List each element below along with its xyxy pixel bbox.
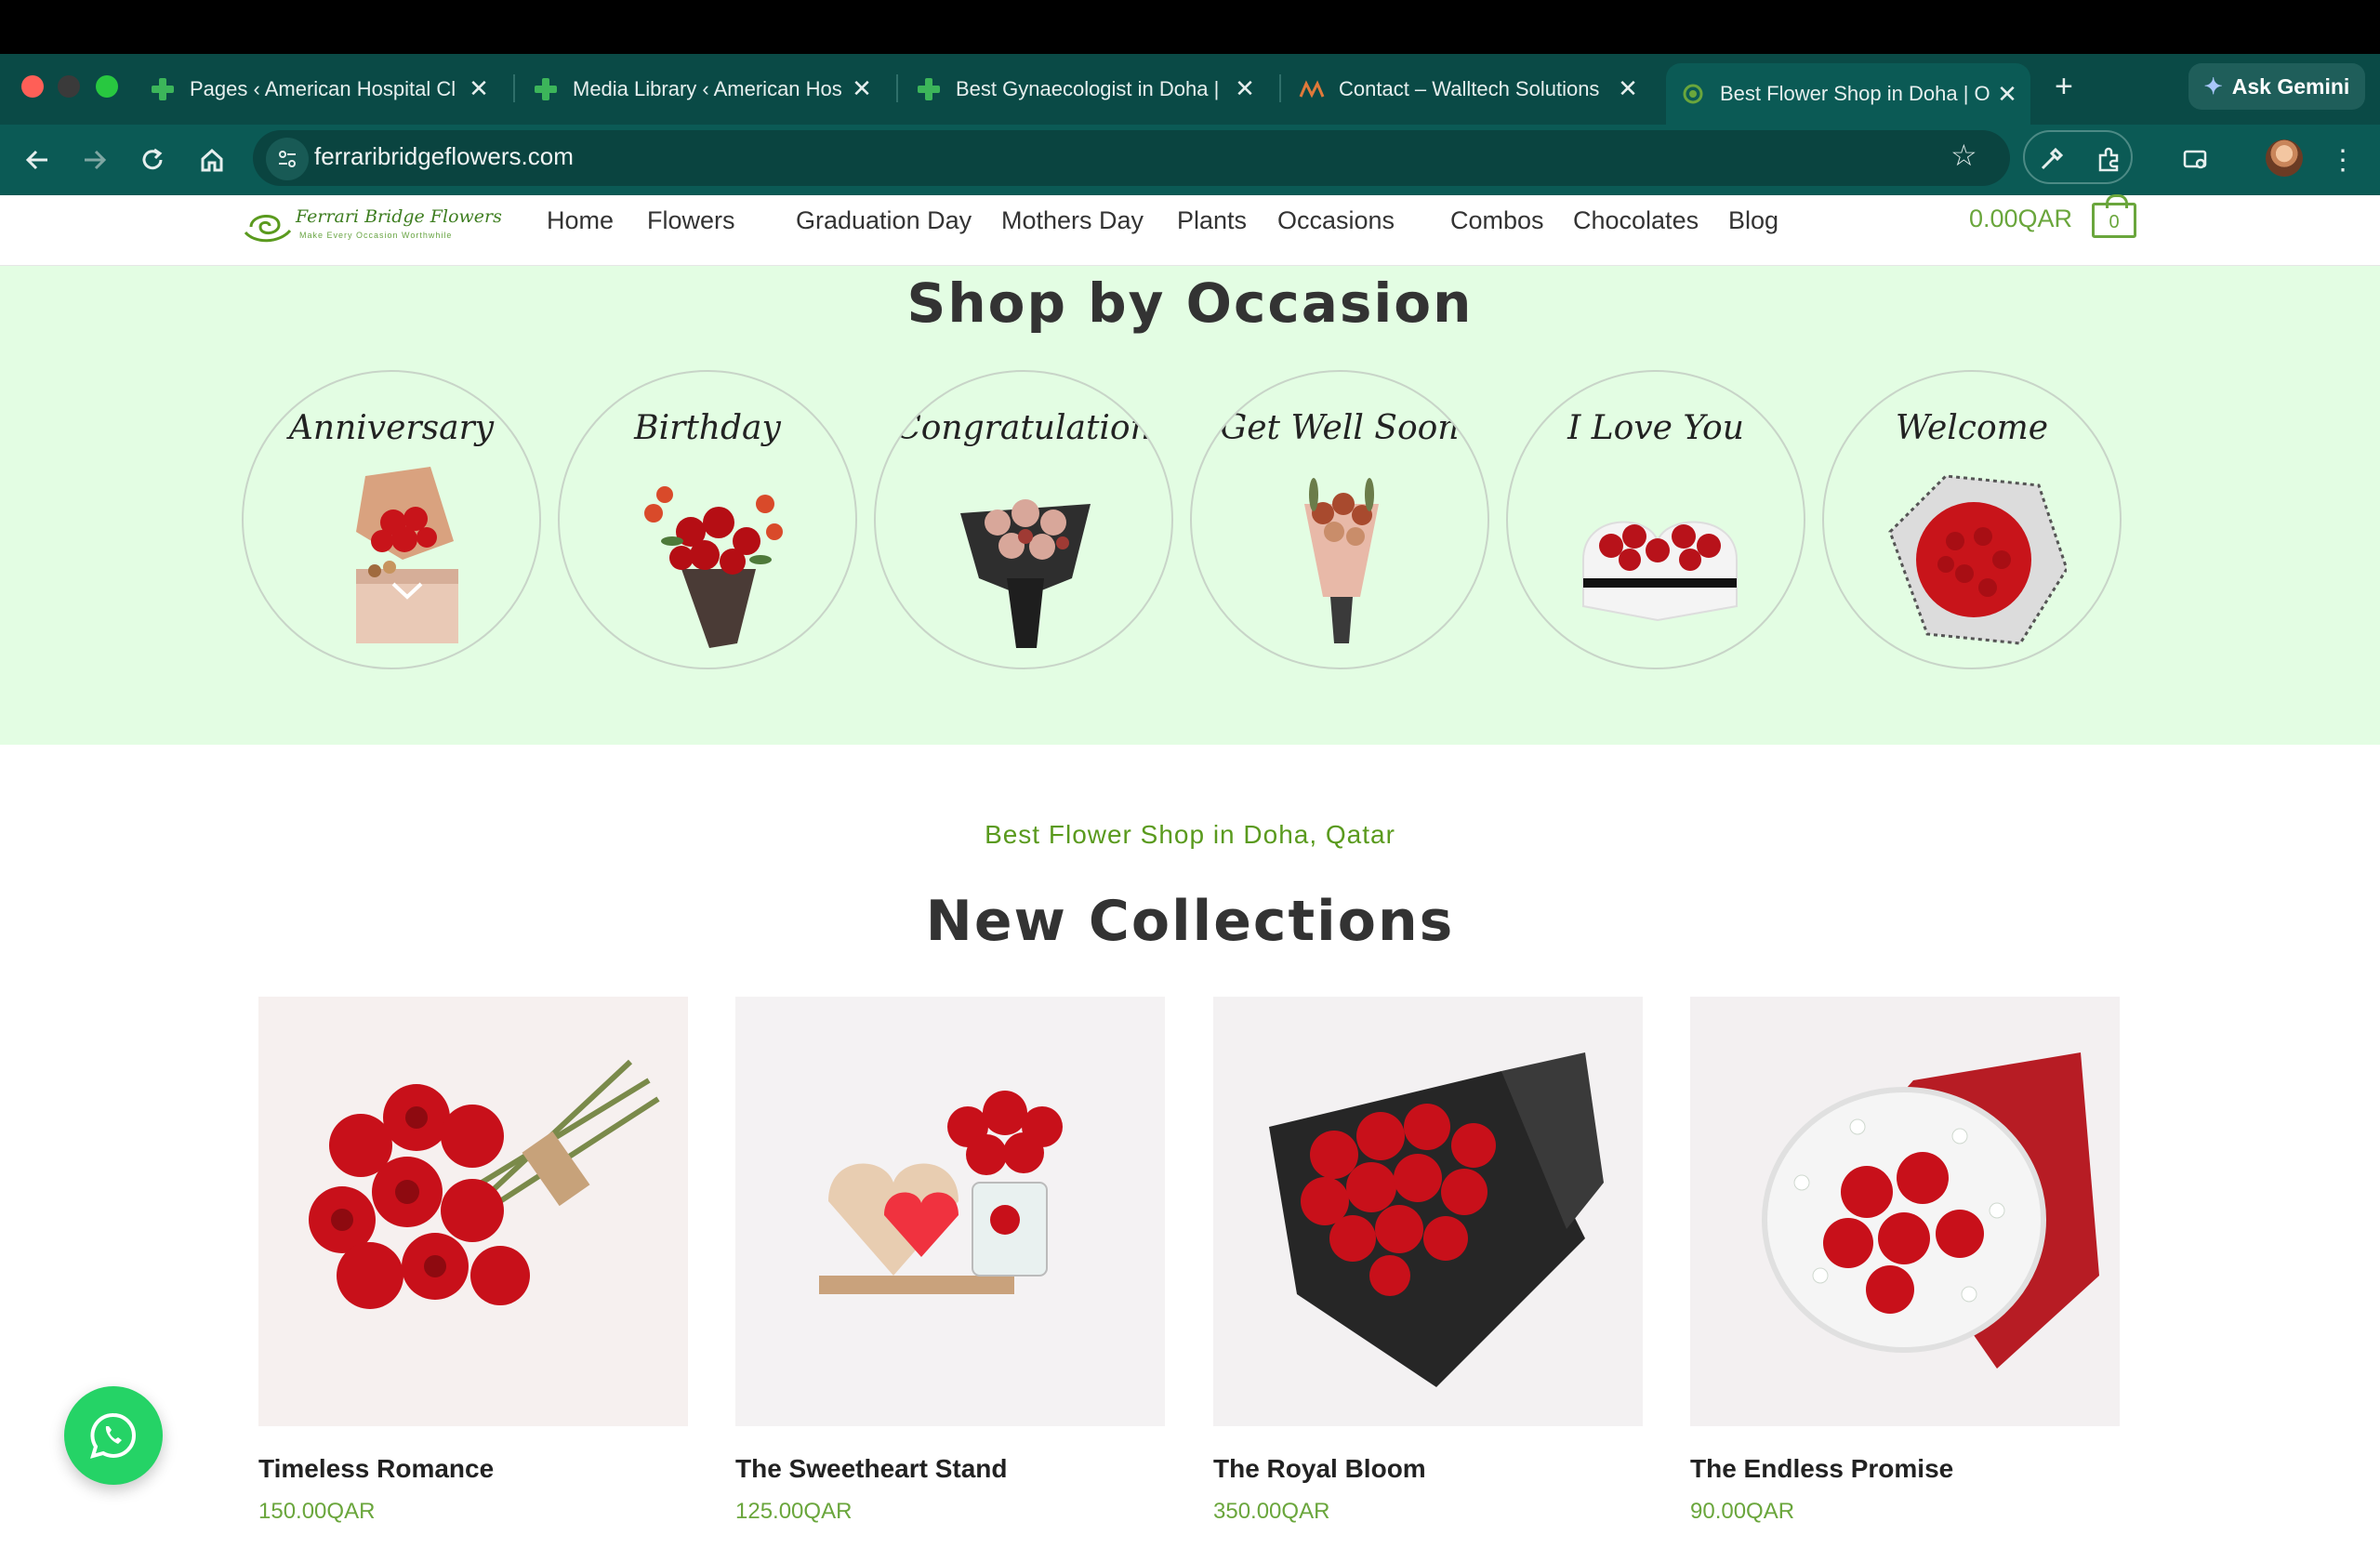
- eyedropper-icon[interactable]: [2030, 139, 2071, 180]
- nav-mothers-day[interactable]: Mothers Day: [1001, 206, 1144, 235]
- forward-arrow-icon[interactable]: [74, 139, 115, 180]
- product-image[interactable]: [258, 997, 688, 1426]
- home-icon[interactable]: [192, 139, 232, 180]
- occasion-card-birthday[interactable]: Birthday: [558, 370, 857, 669]
- nav-blog[interactable]: Blog: [1728, 206, 1778, 235]
- cart-total[interactable]: 0.00QAR: [1969, 205, 2072, 233]
- collections-kicker: Best Flower Shop in Doha, Qatar: [985, 820, 1395, 849]
- cart-bag-icon[interactable]: 0: [2092, 194, 2136, 238]
- nav-chocolates[interactable]: Chocolates: [1573, 206, 1699, 235]
- tab-search-icon[interactable]: [2175, 139, 2216, 180]
- tab-close-icon[interactable]: ✕: [1231, 74, 1259, 102]
- tab-divider: [513, 74, 515, 102]
- window-minimize-button[interactable]: [58, 75, 80, 98]
- product-price: 150.00QAR: [258, 1499, 376, 1524]
- tab-close-icon[interactable]: ✕: [465, 74, 493, 102]
- reload-icon[interactable]: [132, 139, 173, 180]
- site-settings-icon[interactable]: [266, 138, 309, 180]
- tab-title: Contact – Walltech Solutions: [1339, 77, 1600, 100]
- gemini-sparkle-icon: ✦: [2203, 73, 2223, 99]
- more-menu-icon[interactable]: ⋮: [2322, 139, 2363, 180]
- browser-tab-active[interactable]: Best Flower Shop in Doha | O ✕: [1666, 63, 2030, 125]
- extensions-puzzle-icon[interactable]: [2088, 139, 2129, 180]
- collections-title: New Collections: [925, 889, 1455, 954]
- product-price: 90.00QAR: [1690, 1499, 1795, 1524]
- tab-divider: [896, 74, 898, 102]
- logo-tagline: Make Every Occasion Worthwhile: [299, 231, 453, 240]
- profile-avatar[interactable]: [2266, 139, 2303, 177]
- green-cross-icon: [915, 75, 943, 103]
- nav-flowers[interactable]: Flowers: [647, 206, 735, 235]
- cart-count: 0: [2109, 212, 2120, 232]
- new-tab-button[interactable]: +: [2055, 69, 2073, 105]
- occasion-label: Anniversary: [288, 409, 495, 447]
- occasion-card-congratulation[interactable]: Congratulation: [874, 370, 1173, 669]
- whatsapp-icon: [90, 1412, 136, 1459]
- welcome-rose-bouquet-image: [1888, 474, 2067, 645]
- product-price: 350.00QAR: [1213, 1499, 1330, 1524]
- congratulation-bouquet-image: [960, 499, 1091, 648]
- logo-brand-text: Ferrari Bridge Flowers: [296, 206, 502, 227]
- occasion-label: Congratulation: [895, 409, 1152, 447]
- tab-title: Media Library ‹ American Hos: [573, 77, 842, 100]
- ask-gemini-label: Ask Gemini: [2231, 73, 2350, 99]
- bookmark-star-icon[interactable]: ☆: [1950, 138, 1977, 173]
- tab-title: Best Gynaecologist in Doha |: [956, 77, 1220, 100]
- product-name[interactable]: The Sweetheart Stand: [735, 1454, 1008, 1484]
- get-well-soon-bouquet-image: [1304, 478, 1379, 643]
- birthday-bouquet-image: [644, 486, 783, 648]
- green-cross-icon: [532, 75, 560, 103]
- occasion-label: Birthday: [634, 409, 781, 447]
- anniversary-gift-image: [356, 467, 458, 643]
- product-image[interactable]: [1213, 997, 1643, 1426]
- site-logo[interactable]: Ferrari Bridge Flowers Make Every Occasi…: [242, 203, 502, 249]
- ask-gemini-button[interactable]: ✦ Ask Gemini: [2188, 63, 2365, 110]
- mac-menu-strip: [0, 0, 2380, 54]
- window-zoom-button[interactable]: [96, 75, 118, 98]
- occasion-card-anniversary[interactable]: Anniversary: [242, 370, 541, 669]
- occasion-label: Get Well Soon: [1220, 409, 1460, 447]
- product-image[interactable]: [1690, 997, 2120, 1426]
- occasion-label: I Love You: [1567, 409, 1744, 447]
- tab-divider: [1279, 74, 1281, 102]
- browser-tab[interactable]: Contact – Walltech Solutions ✕: [1298, 65, 1651, 113]
- occasion-card-i-love-you[interactable]: I Love You: [1506, 370, 1805, 669]
- back-arrow-icon[interactable]: [17, 139, 58, 180]
- whatsapp-chat-button[interactable]: [64, 1386, 163, 1485]
- tab-close-icon[interactable]: ✕: [1614, 74, 1642, 102]
- url-text[interactable]: ferraribridgeflowers.com: [314, 142, 574, 171]
- tab-title: Best Flower Shop in Doha | O: [1720, 82, 1990, 105]
- product-name[interactable]: Timeless Romance: [258, 1454, 494, 1484]
- occasion-title: Shop by Occasion: [906, 271, 1474, 335]
- browser-tab[interactable]: Media Library ‹ American Hos ✕: [532, 65, 885, 113]
- walltech-icon: [1298, 75, 1326, 103]
- nav-home[interactable]: Home: [547, 206, 614, 235]
- occasion-label: Welcome: [1895, 409, 2049, 447]
- occasion-card-get-well-soon[interactable]: Get Well Soon: [1190, 370, 1489, 669]
- tab-close-icon[interactable]: ✕: [1993, 80, 2021, 108]
- i-love-you-heart-box-image: [1582, 521, 1738, 622]
- product-name[interactable]: The Endless Promise: [1690, 1454, 1953, 1484]
- tab-title: Pages ‹ American Hospital Cl: [190, 77, 456, 100]
- product-name[interactable]: The Royal Bloom: [1213, 1454, 1426, 1484]
- window-close-button[interactable]: [21, 75, 44, 98]
- nav-occasions[interactable]: Occasions: [1277, 206, 1395, 235]
- occasion-card-welcome[interactable]: Welcome: [1822, 370, 2122, 669]
- browser-tab[interactable]: Best Gynaecologist in Doha | ✕: [915, 65, 1268, 113]
- rose-logo-icon: [244, 215, 292, 243]
- nav-combos[interactable]: Combos: [1450, 206, 1544, 235]
- ferrari-bridge-flowers-icon: [1679, 80, 1707, 108]
- product-image[interactable]: [735, 997, 1165, 1426]
- green-cross-icon: [149, 75, 177, 103]
- product-price: 125.00QAR: [735, 1499, 853, 1524]
- browser-tab[interactable]: Pages ‹ American Hospital Cl ✕: [149, 65, 502, 113]
- nav-graduation-day[interactable]: Graduation Day: [796, 206, 972, 235]
- nav-plants[interactable]: Plants: [1177, 206, 1247, 235]
- tab-close-icon[interactable]: ✕: [848, 74, 876, 102]
